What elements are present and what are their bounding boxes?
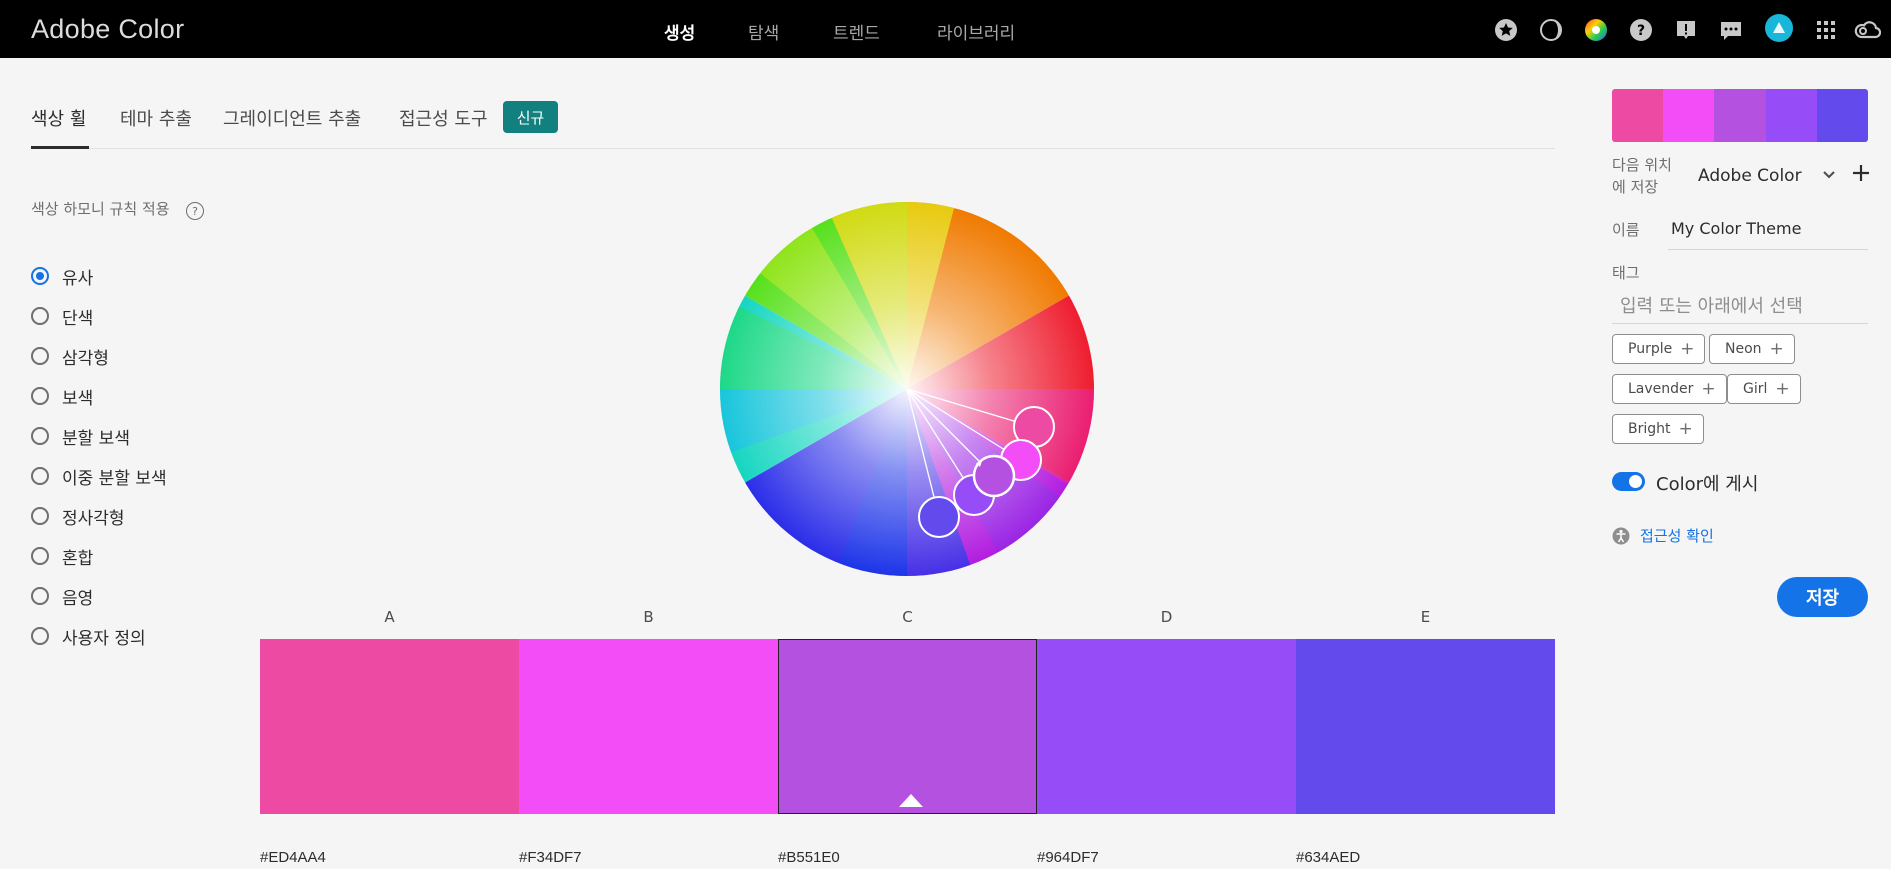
svg-text:?: ? [1637,23,1645,39]
help-icon[interactable]: ? [1629,18,1653,42]
check-accessibility-link[interactable]: 접근성 확인 [1640,525,1714,546]
swatch-letter-d: D [1160,608,1173,626]
theme-preview-chip [1714,89,1766,142]
hex-value-b[interactable]: #F34DF7 [519,849,582,866]
avatar[interactable] [1764,13,1794,43]
swatch-e[interactable] [1296,639,1555,814]
save-to-label: 다음 위치 에 저장 [1612,156,1672,196]
harmony-option-split-complementary[interactable]: 분할 보색 [31,424,130,449]
hex-value-d[interactable]: #964DF7 [1037,849,1099,866]
tags-label: 태그 [1612,264,1640,282]
radio-button[interactable] [31,547,49,565]
plus-icon: + [1769,339,1784,359]
harmony-option-double-split-complementary[interactable]: 이중 분할 보색 [31,464,167,489]
swatch-letter-b: B [643,608,654,626]
color-wheel[interactable] [719,201,1095,577]
theme-preview-chip [1816,89,1868,142]
harmony-option-analogous[interactable]: 유사 [31,264,93,289]
moon-icon[interactable] [1539,18,1563,42]
alert-icon[interactable] [1674,18,1698,42]
radio-button[interactable] [31,427,49,445]
radio-button[interactable] [31,347,49,365]
tab-extract-gradient[interactable]: 그레이디언트 추출 [223,105,361,131]
swatch-a[interactable] [260,639,519,814]
radio-button[interactable] [31,507,49,525]
radio-button[interactable] [31,387,49,405]
hex-value-c[interactable]: #B551E0 [778,849,840,866]
tabs-divider [31,148,1555,149]
app-logo[interactable]: Adobe Color [31,14,184,45]
harmony-option-compound[interactable]: 혼합 [31,544,93,569]
color-wheel-icon[interactable] [1584,18,1608,42]
add-library-plus-icon[interactable] [1851,163,1871,183]
harmony-option-custom[interactable]: 사용자 정의 [31,624,146,649]
harmony-rule-title: 색상 하모니 규칙 적용 [31,200,170,218]
radio-button[interactable] [31,307,49,325]
tab-extract-theme[interactable]: 테마 추출 [120,105,192,131]
accessibility-icon [1612,527,1630,545]
plus-icon: + [1680,339,1695,359]
theme-preview [1612,89,1868,142]
star-icon[interactable] [1494,18,1518,42]
tab-color-wheel[interactable]: 색상 휠 [31,105,86,131]
swatch-d[interactable] [1037,639,1296,814]
tag-bright[interactable]: Bright + [1612,414,1704,444]
nav-create[interactable]: 생성 [664,19,695,44]
apps-grid-icon[interactable] [1814,18,1838,42]
swatch-letter-c: C [902,608,913,626]
tab-accessibility-tools[interactable]: 접근성 도구 [399,105,488,131]
theme-preview-chip [1663,89,1715,142]
name-input-underline [1668,249,1868,250]
harmony-option-triad[interactable]: 삼각형 [31,344,109,369]
chat-icon[interactable] [1719,18,1743,42]
tag-neon[interactable]: Neon + [1709,334,1795,364]
plus-icon: + [1775,379,1790,399]
color-handle-e[interactable] [918,496,960,538]
active-tab-indicator [31,146,89,149]
name-label: 이름 [1612,221,1640,239]
plus-icon: + [1678,419,1693,439]
hex-value-e[interactable]: #634AED [1296,849,1360,866]
harmony-option-shades[interactable]: 음영 [31,584,93,609]
selected-swatch-caret [899,794,923,807]
theme-preview-chip [1612,89,1664,142]
tag-lavender[interactable]: Lavender + [1612,374,1727,404]
swatch-letter-a: A [384,608,395,626]
tags-input-underline [1612,323,1868,324]
plus-icon: + [1701,379,1716,399]
swatch-c[interactable] [778,639,1037,814]
nav-trends[interactable]: 트렌드 [833,19,880,44]
radio-button[interactable] [31,627,49,645]
top-bar: Adobe Color 생성 탐색 트렌드 라이브러리 ? [0,0,1891,58]
harmony-option-square[interactable]: 정사각형 [31,504,125,529]
radio-button[interactable] [31,587,49,605]
swatch-b[interactable] [519,639,778,814]
creative-cloud-icon[interactable] [1853,18,1881,42]
radio-button[interactable] [31,467,49,485]
publish-label: Color에 게시 [1656,474,1759,495]
tag-purple[interactable]: Purple + [1612,334,1706,364]
new-badge: 신규 [503,101,558,133]
theme-preview-chip [1765,89,1817,142]
harmony-option-monochromatic[interactable]: 단색 [31,304,93,329]
help-circle-icon[interactable]: ? [186,202,204,220]
radio-button[interactable] [31,267,49,285]
hex-value-a[interactable]: #ED4AA4 [260,849,326,866]
swatch-letter-e: E [1420,608,1431,626]
chevron-down-icon[interactable] [1822,168,1836,182]
save-button[interactable]: 저장 [1777,577,1868,617]
tags-input[interactable]: 입력 또는 아래에서 선택 [1620,292,1803,318]
nav-explore[interactable]: 탐색 [748,19,779,44]
theme-name-input[interactable]: My Color Theme [1671,219,1801,238]
publish-toggle[interactable] [1612,472,1645,491]
library-select[interactable]: Adobe Color [1698,166,1802,186]
harmony-option-complementary[interactable]: 보색 [31,384,93,409]
nav-libraries[interactable]: 라이브러리 [937,19,1015,44]
tag-girl[interactable]: Girl + [1727,374,1801,404]
